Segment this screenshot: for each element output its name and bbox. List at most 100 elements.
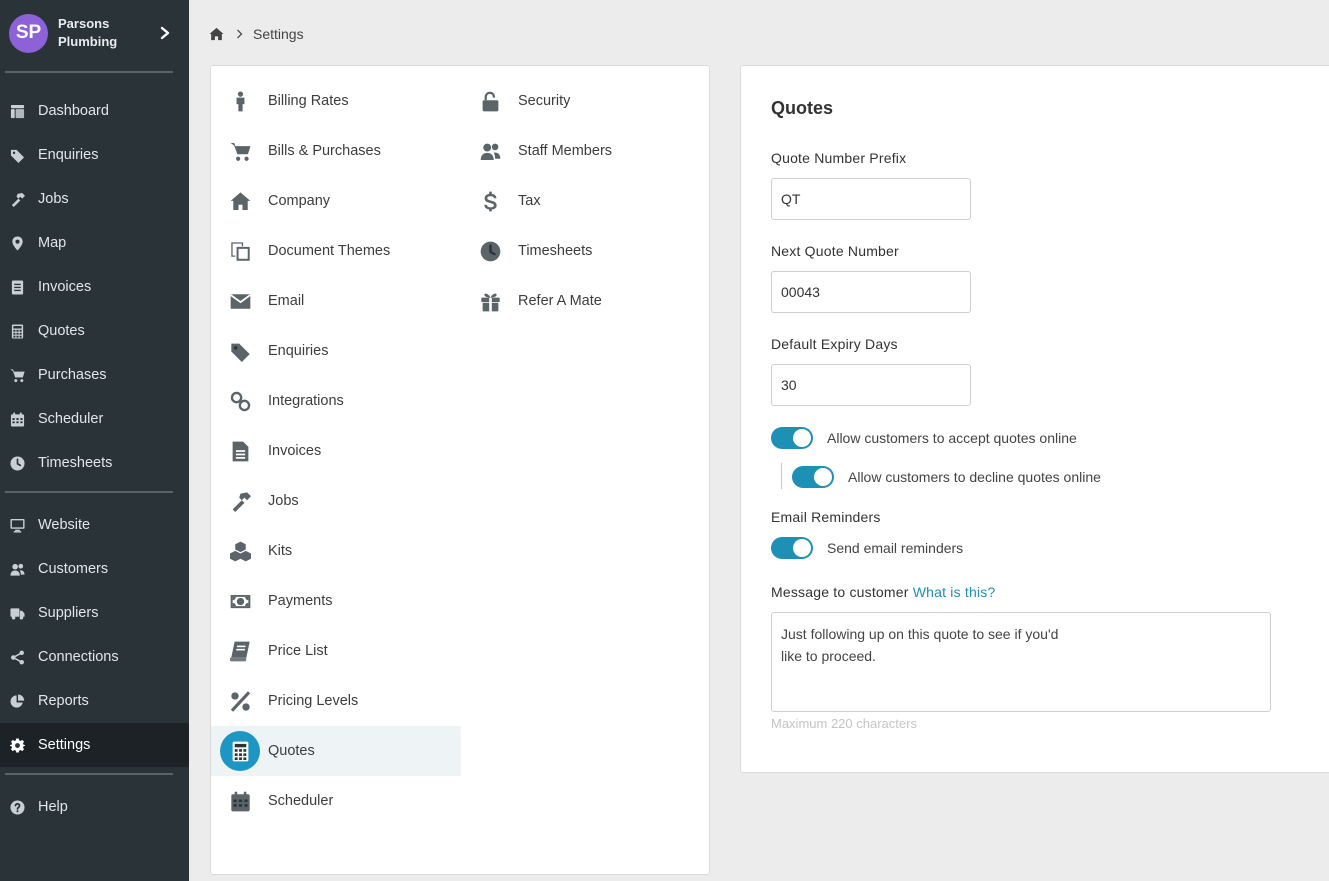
settings-menu-item-label: Payments [268, 593, 333, 609]
settings-menu-item-label: Integrations [268, 393, 344, 409]
sidebar-item-map[interactable]: Map [0, 221, 189, 265]
chevron-right-icon[interactable] [158, 25, 172, 41]
settings-menu-item-staff-members[interactable]: Staff Members [461, 126, 711, 176]
settings-menu-item-billing-rates[interactable]: Billing Rates [211, 76, 461, 126]
settings-menu-item-label: Email [268, 293, 305, 309]
settings-menu-item-label: Staff Members [518, 143, 613, 159]
settings-menu-item-label: Security [518, 93, 571, 109]
sidebar-item-jobs[interactable]: Jobs [0, 177, 189, 221]
nested-indicator [781, 463, 782, 489]
home-icon [229, 190, 251, 212]
quotes-settings-form: Quotes Quote Number Prefix Next Quote Nu… [740, 65, 1329, 773]
settings-menu-item-price-list[interactable]: Price List [211, 626, 461, 676]
sidebar-item-label: Map [38, 235, 67, 251]
settings-menu-item-timesheets[interactable]: Timesheets [461, 226, 711, 276]
message-label: Message to customer [771, 584, 909, 600]
settings-menu-item-bills-purchases[interactable]: Bills & Purchases [211, 126, 461, 176]
sidebar-item-help[interactable]: Help [0, 785, 189, 829]
percent-icon [229, 690, 251, 712]
sidebar-item-enquiries[interactable]: Enquiries [0, 133, 189, 177]
decline-online-toggle[interactable] [792, 466, 834, 488]
settings-menu-item-refer-a-mate[interactable]: Refer A Mate [461, 276, 711, 326]
share-icon [9, 649, 25, 665]
sidebar-item-customers[interactable]: Customers [0, 547, 189, 591]
document-icon [229, 440, 251, 462]
sidebar-item-label: Scheduler [38, 411, 104, 427]
sidebar-item-website[interactable]: Website [0, 503, 189, 547]
sidebar-item-label: Enquiries [38, 147, 99, 163]
settings-menu-item-quotes[interactable]: Quotes [211, 726, 461, 776]
settings-menu-item-label: Timesheets [518, 243, 593, 259]
quote-prefix-input[interactable] [771, 178, 971, 220]
decline-online-row: Allow customers to decline quotes online [792, 466, 1101, 488]
sidebar-item-label: Quotes [38, 323, 85, 339]
settings-menu-item-label: Kits [268, 543, 293, 559]
settings-menu-item-label: Scheduler [268, 793, 334, 809]
sidebar-item-timesheets[interactable]: Timesheets [0, 441, 189, 485]
book-icon [229, 640, 251, 662]
sidebar-item-suppliers[interactable]: Suppliers [0, 591, 189, 635]
gift-icon [479, 290, 501, 312]
sidebar-item-settings[interactable]: Settings [0, 723, 189, 767]
sidebar-item-dashboard[interactable]: Dashboard [0, 89, 189, 133]
toggle-knob [793, 429, 811, 447]
account-switcher[interactable]: SP Parsons Plumbing [0, 0, 189, 66]
sidebar-item-label: Customers [38, 561, 109, 577]
sidebar-item-scheduler[interactable]: Scheduler [0, 397, 189, 441]
next-quote-number-input[interactable] [771, 271, 971, 313]
sidebar-item-label: Purchases [38, 367, 107, 383]
breadcrumb-current: Settings [253, 26, 304, 42]
person-icon [229, 90, 251, 112]
sidebar-item-label: Reports [38, 693, 89, 709]
tags-icon [9, 147, 25, 163]
what-is-this-link[interactable]: What is this? [913, 584, 996, 600]
invoice-icon [9, 279, 25, 295]
settings-menu-item-integrations[interactable]: Integrations [211, 376, 461, 426]
sidebar-item-label: Help [38, 799, 68, 815]
prefix-label: Quote Number Prefix [771, 150, 907, 166]
settings-menu-item-company[interactable]: Company [211, 176, 461, 226]
sidebar-item-purchases[interactable]: Purchases [0, 353, 189, 397]
settings-menu-item-label: Jobs [268, 493, 299, 509]
clock-icon [479, 240, 501, 262]
expiry-days-input[interactable] [771, 364, 971, 406]
sidebar-item-label: Invoices [38, 279, 92, 295]
sidebar-item-connections[interactable]: Connections [0, 635, 189, 679]
settings-menu-item-payments[interactable]: Payments [211, 576, 461, 626]
sidebar-item-label: Dashboard [38, 103, 109, 119]
sidebar-item-label: Suppliers [38, 605, 99, 621]
gear-icon [9, 737, 25, 753]
accept-online-label: Allow customers to accept quotes online [827, 430, 1077, 446]
avatar: SP [9, 13, 48, 53]
settings-menu-item-invoices[interactable]: Invoices [211, 426, 461, 476]
settings-menu-item-security[interactable]: Security [461, 76, 711, 126]
settings-menu-right-column: Security Staff Members Tax Timesheets Refer … [461, 76, 711, 326]
settings-menu-item-scheduler[interactable]: Scheduler [211, 776, 461, 826]
settings-menu-item-label: Document Themes [268, 243, 391, 259]
sidebar-item-invoices[interactable]: Invoices [0, 265, 189, 309]
home-icon[interactable] [209, 27, 224, 41]
settings-menu-item-enquiries[interactable]: Enquiries [211, 326, 461, 376]
sidebar-item-reports[interactable]: Reports [0, 679, 189, 723]
settings-menu-item-pricing-levels[interactable]: Pricing Levels [211, 676, 461, 726]
settings-menu-item-email[interactable]: Email [211, 276, 461, 326]
message-textarea[interactable] [771, 612, 1271, 712]
sidebar-item-quotes[interactable]: Quotes [0, 309, 189, 353]
send-reminders-label: Send email reminders [827, 540, 964, 556]
settings-menu-item-tax[interactable]: Tax [461, 176, 711, 226]
settings-menu-item-jobs[interactable]: Jobs [211, 476, 461, 526]
settings-menu-item-document-themes[interactable]: Document Themes [211, 226, 461, 276]
settings-menu-item-label: Enquiries [268, 343, 329, 359]
chevron-right-icon [236, 29, 243, 39]
sidebar-divider [5, 71, 173, 73]
settings-menu-item-label: Price List [268, 643, 328, 659]
clock-icon [9, 455, 25, 471]
send-reminders-toggle[interactable] [771, 537, 813, 559]
settings-menu-item-label: Invoices [268, 443, 322, 459]
accept-online-toggle[interactable] [771, 427, 813, 449]
calculator-icon [220, 731, 260, 771]
settings-menu-item-kits[interactable]: Kits [211, 526, 461, 576]
money-icon [229, 590, 251, 612]
unlock-icon [479, 90, 501, 112]
expiry-days-label: Default Expiry Days [771, 336, 898, 352]
